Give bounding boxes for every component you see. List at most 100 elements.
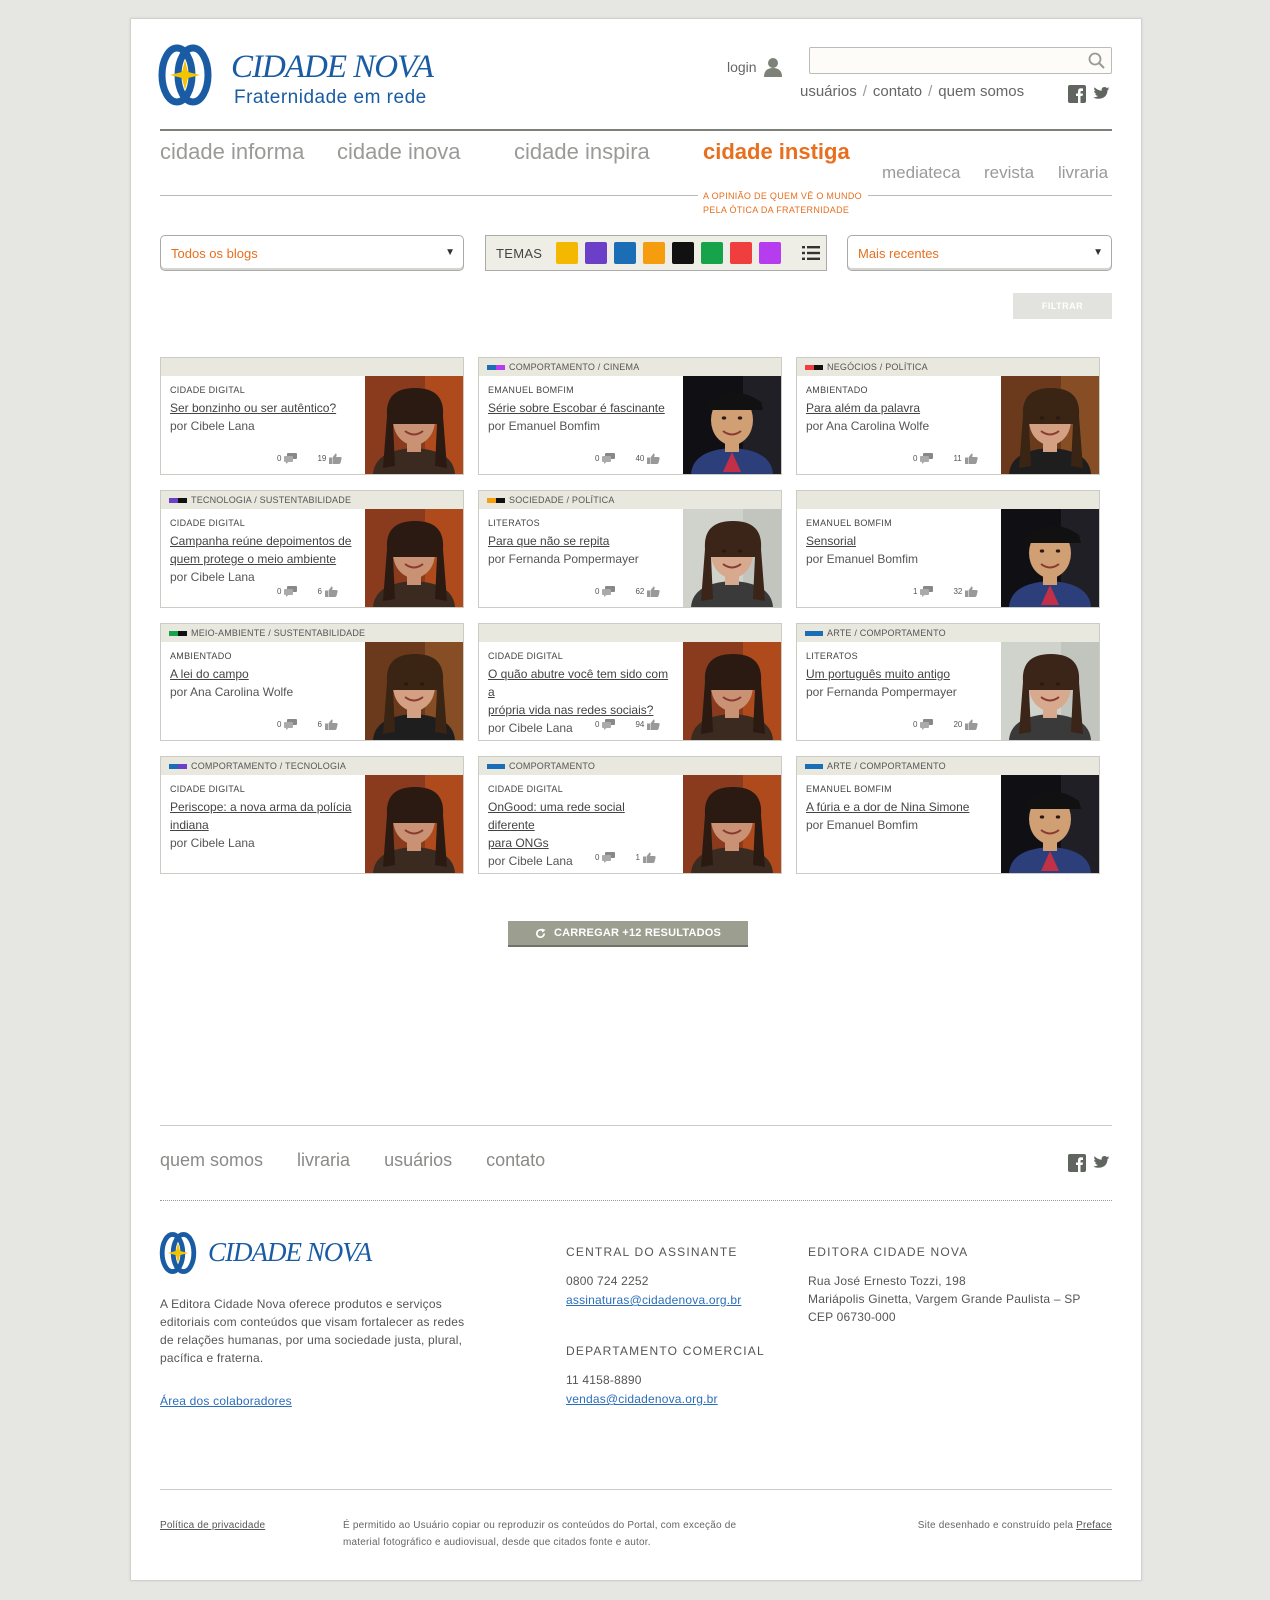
blog-name[interactable]: CIDADE DIGITAL <box>170 784 352 794</box>
article-title[interactable]: indiana <box>170 816 352 834</box>
article-title[interactable]: A fúria e a dor de Nina Simone <box>806 798 988 816</box>
author-photo[interactable] <box>683 642 781 740</box>
preface-link[interactable]: Preface <box>1076 1520 1112 1531</box>
footer-link-contato[interactable]: contato <box>486 1150 545 1171</box>
site-logo[interactable]: CIDADE NOVA Fraternidade em rede <box>153 43 443 113</box>
article-card[interactable]: CIDADE DIGITAL O quão abutre você tem sid… <box>478 623 782 741</box>
blog-name[interactable]: EMANUEL BOMFIM <box>806 518 988 528</box>
article-title[interactable]: quem protege o meio ambiente <box>170 550 352 568</box>
footer-logo[interactable]: CIDADE NOVA <box>156 1231 401 1281</box>
nav-cidade-inspira[interactable]: cidade inspira <box>514 139 650 165</box>
article-card[interactable]: ARTE / COMPORTAMENTO EMANUEL BOMFIM A fúri… <box>796 756 1100 874</box>
author-photo[interactable] <box>365 642 463 740</box>
author-photo[interactable] <box>1001 775 1099 873</box>
article-title[interactable]: Sensorial <box>806 532 988 550</box>
search-icon[interactable] <box>1088 52 1105 69</box>
top-link-quem-somos[interactable]: quem somos <box>938 83 1024 100</box>
article-card[interactable]: CIDADE DIGITAL Ser bonzinho ou ser autênt… <box>160 357 464 475</box>
order-select[interactable]: Mais recentes ▼ <box>847 235 1112 271</box>
article-title[interactable]: própria vida nas redes sociais? <box>488 701 670 719</box>
list-view-icon[interactable] <box>802 245 821 261</box>
comercial-email[interactable]: vendas@cidadenova.org.br <box>566 1392 718 1406</box>
blog-name[interactable]: AMBIENTADO <box>806 385 988 395</box>
article-card[interactable]: TECNOLOGIA / SUSTENTABILIDADE CIDADE DIGI… <box>160 490 464 608</box>
author-photo[interactable] <box>365 775 463 873</box>
top-link-usuarios[interactable]: usuários <box>800 83 857 100</box>
article-title[interactable]: Para que não se repita <box>488 532 670 550</box>
login-link[interactable]: login <box>727 57 783 77</box>
blog-name[interactable]: CIDADE DIGITAL <box>170 518 352 528</box>
central-assinante-email[interactable]: assinaturas@cidadenova.org.br <box>566 1293 741 1307</box>
author-photo[interactable] <box>365 376 463 474</box>
author-photo[interactable] <box>1001 642 1099 740</box>
blog-name[interactable]: CIDADE DIGITAL <box>488 651 670 661</box>
blogs-select[interactable]: Todos os blogs ▼ <box>160 235 464 271</box>
blog-name[interactable]: CIDADE DIGITAL <box>488 784 670 794</box>
category-label[interactable]: COMPORTAMENTO / TECNOLOGIA <box>191 761 346 771</box>
nav-livraria[interactable]: livraria <box>1058 163 1108 183</box>
tema-swatch[interactable] <box>614 242 637 264</box>
blog-name[interactable]: AMBIENTADO <box>170 651 352 661</box>
author-photo[interactable] <box>683 509 781 607</box>
tema-swatch[interactable] <box>701 242 724 264</box>
blog-name[interactable]: LITERATOS <box>806 651 988 661</box>
article-title[interactable]: OnGood: uma rede social diferente <box>488 798 670 834</box>
tema-swatch[interactable] <box>672 242 695 264</box>
article-card[interactable]: ARTE / COMPORTAMENTO LITERATOS Um portuguê… <box>796 623 1100 741</box>
author-photo[interactable] <box>1001 509 1099 607</box>
blog-name[interactable]: EMANUEL BOMFIM <box>806 784 988 794</box>
article-card[interactable]: SOCIEDADE / POLÍTICA LITERATOS Para que nã… <box>478 490 782 608</box>
load-more-button[interactable]: CARREGAR +12 RESULTADOS <box>508 921 748 947</box>
article-card[interactable]: COMPORTAMENTO / CINEMA EMANUEL BOMFIM Séri… <box>478 357 782 475</box>
category-label[interactable]: COMPORTAMENTO / CINEMA <box>509 362 639 372</box>
blog-name[interactable]: CIDADE DIGITAL <box>170 385 352 395</box>
twitter-icon[interactable] <box>1092 1154 1110 1172</box>
blog-name[interactable]: LITERATOS <box>488 518 670 528</box>
filter-button[interactable]: FILTRAR <box>1013 293 1112 319</box>
article-title[interactable]: Ser bonzinho ou ser autêntico? <box>170 399 352 417</box>
article-title[interactable]: O quão abutre você tem sido com a <box>488 665 670 701</box>
footer-link-livraria[interactable]: livraria <box>297 1150 350 1171</box>
nav-cidade-informa[interactable]: cidade informa <box>160 139 304 165</box>
category-label[interactable]: MEIO-AMBIENTE / SUSTENTABILIDADE <box>191 628 365 638</box>
category-label[interactable]: NEGÓCIOS / POLÍTICA <box>827 362 928 372</box>
article-card[interactable]: MEIO-AMBIENTE / SUSTENTABILIDADE AMBIENTA… <box>160 623 464 741</box>
collaborators-link[interactable]: Área dos colaboradores <box>160 1394 292 1408</box>
twitter-icon[interactable] <box>1092 85 1110 103</box>
nav-cidade-inova[interactable]: cidade inova <box>337 139 461 165</box>
article-title[interactable]: Série sobre Escobar é fascinante <box>488 399 670 417</box>
category-label[interactable]: TECNOLOGIA / SUSTENTABILIDADE <box>191 495 351 505</box>
article-title[interactable]: para ONGs <box>488 834 670 852</box>
category-label[interactable]: ARTE / COMPORTAMENTO <box>827 628 946 638</box>
nav-revista[interactable]: revista <box>984 163 1034 183</box>
tema-swatch[interactable] <box>759 242 782 264</box>
nav-mediateca[interactable]: mediateca <box>882 163 960 183</box>
article-title[interactable]: Para além da palavra <box>806 399 988 417</box>
category-label[interactable]: SOCIEDADE / POLÍTICA <box>509 495 615 505</box>
footer-link-usuarios[interactable]: usuários <box>384 1150 452 1171</box>
tema-swatch[interactable] <box>643 242 666 264</box>
article-card[interactable]: COMPORTAMENTO / TECNOLOGIA CIDADE DIGITAL… <box>160 756 464 874</box>
author-photo[interactable] <box>365 509 463 607</box>
author-photo[interactable] <box>683 775 781 873</box>
privacy-policy-link[interactable]: Política de privacidade <box>160 1520 265 1531</box>
article-title[interactable]: Periscope: a nova arma da polícia <box>170 798 352 816</box>
tema-swatch[interactable] <box>556 242 579 264</box>
category-label[interactable]: COMPORTAMENTO <box>509 761 595 771</box>
category-label[interactable]: ARTE / COMPORTAMENTO <box>827 761 946 771</box>
search-input[interactable] <box>810 48 1080 73</box>
article-card[interactable]: EMANUEL BOMFIM Sensorial por Emanuel Bomfi… <box>796 490 1100 608</box>
tema-swatch[interactable] <box>730 242 753 264</box>
nav-cidade-instiga[interactable]: cidade instiga <box>703 139 850 165</box>
article-title[interactable]: Um português muito antigo <box>806 665 988 683</box>
tema-swatch[interactable] <box>585 242 608 264</box>
author-photo[interactable] <box>683 376 781 474</box>
author-photo[interactable] <box>1001 376 1099 474</box>
article-title[interactable]: A lei do campo <box>170 665 352 683</box>
footer-link-quem-somos[interactable]: quem somos <box>160 1150 263 1171</box>
facebook-icon[interactable] <box>1068 85 1086 103</box>
facebook-icon[interactable] <box>1068 1154 1086 1172</box>
blog-name[interactable]: EMANUEL BOMFIM <box>488 385 670 395</box>
article-card[interactable]: COMPORTAMENTO CIDADE DIGITAL OnGood: uma r… <box>478 756 782 874</box>
top-link-contato[interactable]: contato <box>873 83 922 100</box>
